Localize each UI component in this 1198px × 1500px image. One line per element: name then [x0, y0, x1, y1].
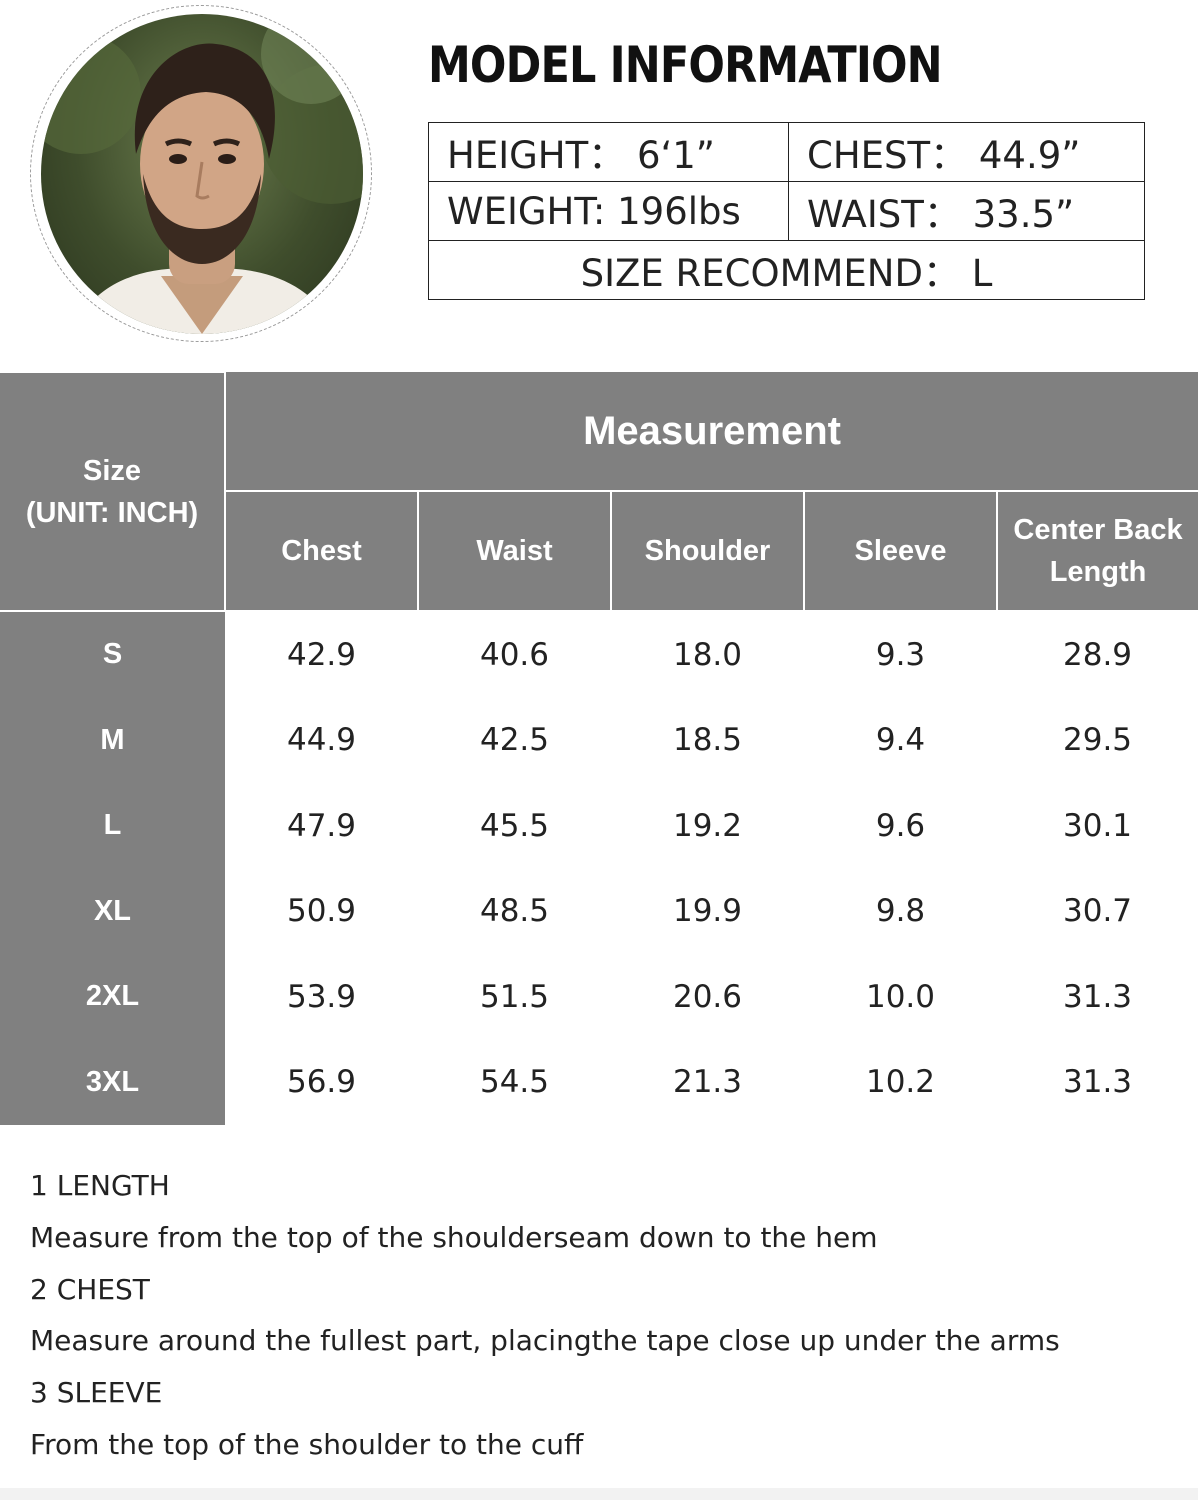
- size-header-unit: (UNIT: INCH): [25, 496, 199, 529]
- model-chest: CHEST： 44.9”: [788, 122, 1145, 182]
- table-row: 3XL 56.9 54.5 21.3 10.2 31.3: [0, 1039, 1198, 1125]
- table-cell: 42.9: [286, 636, 357, 673]
- size-label: 3XL: [0, 1039, 225, 1125]
- note-heading-chest: 2 CHEST: [30, 1272, 150, 1306]
- table-cell: 9.6: [875, 807, 926, 844]
- table-cell: 30.1: [1063, 807, 1133, 844]
- table-row: M 44.9 42.5 18.5 9.4 29.5: [0, 697, 1198, 783]
- size-chart-table: Size (UNIT: INCH) Measurement Chest Wais…: [0, 371, 1198, 1125]
- model-info-table: HEIGHT： 6‘1” CHEST： 44.9” WEIGHT: 196lbs…: [428, 122, 1145, 300]
- size-column-header: Size (UNIT: INCH): [0, 371, 226, 612]
- table-cell: 45.5: [479, 807, 550, 844]
- table-cell: 56.9: [286, 1064, 357, 1101]
- table-cell: 10.2: [865, 1064, 936, 1101]
- column-header-waist: Waist: [417, 490, 612, 612]
- table-row: XL 50.9 48.5 19.9 9.8 30.7: [0, 868, 1198, 954]
- table-cell: 47.9: [286, 807, 357, 844]
- table-cell: 48.5: [479, 893, 550, 930]
- table-cell: 31.3: [1063, 978, 1133, 1015]
- model-waist: WAIST： 33.5”: [788, 181, 1145, 241]
- model-size-recommend: SIZE RECOMMEND： L: [428, 240, 1145, 300]
- model-weight: WEIGHT: 196lbs: [428, 181, 789, 241]
- note-heading-sleeve: 3 SLEEVE: [30, 1376, 163, 1410]
- table-cell: 19.2: [672, 807, 743, 844]
- table-cell: 50.9: [286, 893, 357, 930]
- table-cell: 10.0: [865, 978, 936, 1015]
- table-cell: 31.3: [1063, 1064, 1133, 1101]
- table-row: S 42.9 40.6 18.0 9.3 28.9: [0, 611, 1198, 698]
- size-label: 2XL: [0, 954, 225, 1040]
- column-header-chest: Chest: [224, 490, 419, 612]
- table-cell: 51.5: [479, 978, 550, 1015]
- table-cell: 42.5: [479, 722, 550, 759]
- column-header-shoulder: Shoulder: [610, 490, 805, 612]
- model-portrait: [41, 14, 363, 334]
- size-label: L: [0, 783, 225, 869]
- table-cell: 53.9: [286, 978, 357, 1015]
- size-label: XL: [0, 868, 225, 954]
- size-label: S: [0, 611, 225, 698]
- table-cell: 18.0: [672, 636, 743, 673]
- table-cell: 9.3: [875, 636, 926, 673]
- note-text-length: Measure from the top of the shoulderseam…: [30, 1220, 878, 1254]
- table-cell: 9.4: [875, 722, 926, 759]
- measurement-notes: 1 LENGTH Measure from the top of the sho…: [30, 1160, 1170, 1471]
- model-info-title: MODEL INFORMATION: [428, 36, 943, 94]
- table-cell: 29.5: [1063, 722, 1133, 759]
- note-text-sleeve: From the top of the shoulder to the cuff: [30, 1427, 584, 1461]
- note-text-chest: Measure around the fullest part, placing…: [30, 1324, 1060, 1358]
- size-label: M: [0, 697, 225, 783]
- table-cell: 20.6: [672, 978, 743, 1015]
- column-header-center-back-length: Center Back Length: [995, 490, 1198, 612]
- table-cell: 44.9: [286, 722, 357, 759]
- measurement-header: Measurement: [223, 372, 1198, 492]
- size-header-label: Size: [82, 454, 142, 487]
- model-portrait-illustration: [41, 14, 363, 334]
- table-cell: 19.9: [672, 893, 743, 930]
- size-table-body: S 42.9 40.6 18.0 9.3 28.9 M 44.9 42.5 18…: [0, 611, 1198, 1125]
- column-header-sleeve: Sleeve: [803, 490, 998, 612]
- table-cell: 21.3: [672, 1064, 743, 1101]
- table-row: L 47.9 45.5 19.2 9.6 30.1: [0, 783, 1198, 869]
- table-cell: 28.9: [1063, 636, 1133, 673]
- table-cell: 30.7: [1063, 893, 1133, 930]
- table-cell: 40.6: [479, 636, 550, 673]
- table-cell: 9.8: [875, 893, 926, 930]
- table-row: 2XL 53.9 51.5 20.6 10.0 31.3: [0, 954, 1198, 1040]
- bottom-divider: [0, 1488, 1198, 1500]
- table-cell: 18.5: [672, 722, 743, 759]
- note-heading-length: 1 LENGTH: [30, 1169, 170, 1202]
- table-cell: 54.5: [479, 1064, 550, 1101]
- model-height: HEIGHT： 6‘1”: [428, 122, 789, 182]
